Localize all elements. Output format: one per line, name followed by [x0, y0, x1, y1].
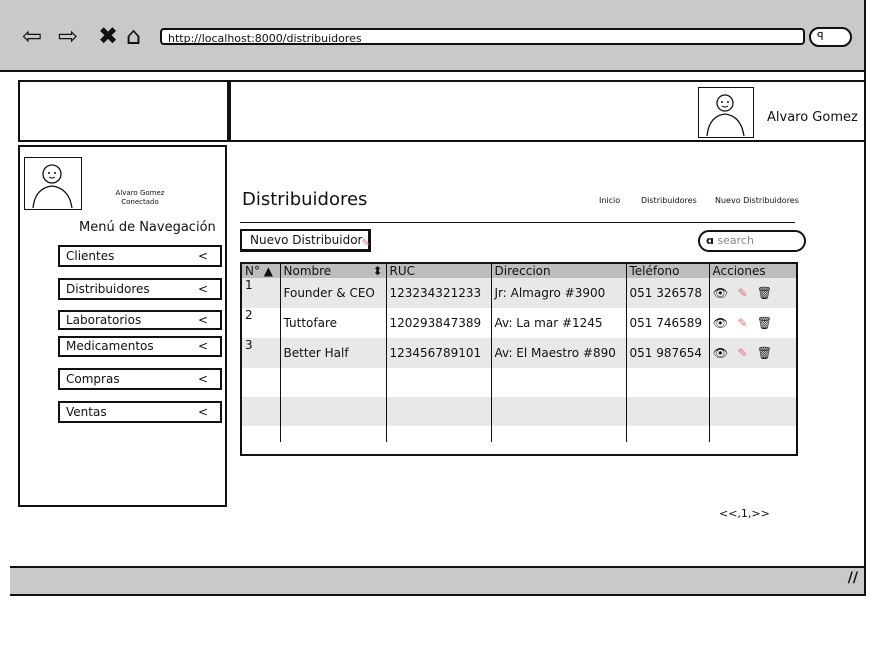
search-icon: ɑ — [706, 234, 714, 247]
back-icon[interactable]: ⇦ — [22, 24, 42, 48]
sidebar-item-clientes[interactable]: Clientes < — [58, 245, 222, 267]
cell-direccion: Av: La mar #1245 — [490, 308, 626, 338]
breadcrumb-item[interactable]: Distribuidores — [641, 196, 697, 205]
forward-icon[interactable]: ⇨ — [58, 24, 78, 48]
header-avatar — [698, 87, 754, 138]
chevron-left-icon: < — [197, 282, 208, 296]
cell-telefono: 051 326578 — [625, 278, 709, 308]
chevron-left-icon: < — [197, 313, 208, 327]
logo-area — [18, 80, 229, 142]
browser-toolbar: ⇦ ⇨ ✖ ⌂ http://localhost:8000/distribuid… — [0, 0, 866, 70]
sidebar-item-label: Laboratorios — [66, 313, 142, 327]
delete-icon[interactable]: 🗑 — [757, 346, 773, 360]
sidebar-item-label: Ventas — [66, 405, 107, 419]
column-header-ruc[interactable]: RUC — [385, 264, 491, 278]
sidebar-avatar — [24, 157, 82, 210]
empty-row — [242, 397, 796, 426]
sidebar-item-label: Clientes — [66, 249, 115, 263]
breadcrumb-item[interactable]: Nuevo Distribuidores — [715, 196, 799, 205]
sidebar-user-status: Conectado — [121, 198, 159, 206]
column-header-nombre[interactable]: Nombre ⬍ — [279, 264, 386, 278]
chevron-left-icon: < — [197, 249, 208, 263]
table-row: 1 Founder & CEO 123234321233 Jr: Almagro… — [242, 278, 796, 308]
sidebar-item-ventas[interactable]: Ventas < — [58, 401, 222, 423]
cell-ruc: 123456789101 — [385, 338, 491, 368]
empty-row — [242, 426, 796, 442]
sidebar-user-name: Alvaro Gomez — [115, 189, 165, 197]
edit-icon[interactable]: ✎ — [735, 346, 751, 360]
menu-title: Menú de Navegación — [79, 220, 216, 235]
resize-handle-icon[interactable]: // — [848, 570, 858, 586]
new-distributor-button[interactable]: Nuevo Distribuidor ✎ — [240, 229, 371, 252]
edit-icon[interactable]: ✎ — [735, 286, 751, 300]
column-header-direccion[interactable]: Direccion — [490, 264, 626, 278]
sidebar-item-label: Distribuidores — [66, 282, 150, 296]
breadcrumb-item[interactable]: Inicio — [599, 196, 620, 205]
edit-icon: ✎ — [361, 238, 370, 249]
column-header-label: Nombre — [283, 264, 332, 278]
title-divider — [240, 222, 795, 223]
header-user-name[interactable]: Alvaro Gomez — [767, 110, 858, 125]
cell-telefono: 051 987654 — [625, 338, 709, 368]
cell-n: 2 — [245, 308, 253, 322]
table-header-row: N° ▲ Nombre ⬍ RUC Direccion Teléfono Acci… — [242, 264, 796, 278]
search-input[interactable]: ɑ search — [698, 230, 806, 252]
cell-direccion: Jr: Almagro #3900 — [490, 278, 626, 308]
top-header: Alvaro Gomez — [229, 80, 864, 142]
sidebar-item-label: Medicamentos — [66, 339, 154, 353]
chevron-left-icon: < — [197, 372, 208, 386]
delete-icon[interactable]: 🗑 — [757, 286, 773, 300]
close-icon[interactable]: ✖ — [98, 24, 118, 48]
sidebar-item-compras[interactable]: Compras < — [58, 368, 222, 390]
cell-nombre: Better Half — [279, 338, 386, 368]
edit-icon[interactable]: ✎ — [735, 316, 751, 330]
column-header-telefono[interactable]: Teléfono — [625, 264, 709, 278]
sidebar-item-distribuidores[interactable]: Distribuidores < — [58, 278, 222, 300]
browser-status-bar: // — [10, 566, 866, 596]
distributors-table-container: N° ▲ Nombre ⬍ RUC Direccion Teléfono Acci… — [240, 262, 798, 456]
sidebar-item-medicamentos[interactable]: Medicamentos < — [58, 336, 222, 357]
avatar-icon — [706, 94, 745, 137]
cell-telefono: 051 746589 — [625, 308, 709, 338]
cell-ruc: 123234321233 — [385, 278, 491, 308]
cell-acciones: 👁 ✎ 🗑 — [708, 278, 796, 308]
cell-ruc: 120293847389 — [385, 308, 491, 338]
avatar-icon — [32, 164, 73, 209]
page-title: Distribuidores — [242, 189, 368, 210]
cell-nombre: Founder & CEO — [279, 278, 386, 308]
search-icon: ꟼ — [817, 30, 824, 43]
cell-direccion: Av: El Maestro #890 — [490, 338, 626, 368]
empty-row — [242, 368, 796, 397]
delete-icon[interactable]: 🗑 — [757, 316, 773, 330]
sidebar-item-laboratorios[interactable]: Laboratorios < — [58, 310, 222, 330]
cell-n: 3 — [242, 338, 280, 368]
search-placeholder: search — [717, 234, 754, 247]
cell-n: 1 — [242, 278, 280, 308]
view-icon[interactable]: 👁 — [713, 286, 729, 300]
new-distributor-label: Nuevo Distribuidor — [250, 233, 363, 247]
sidebar-item-label: Compras — [66, 372, 120, 386]
cell-acciones: 👁 ✎ 🗑 — [708, 308, 796, 338]
url-bar[interactable]: http://localhost:8000/distribuidores — [160, 28, 805, 45]
sort-icon: ⬍ — [372, 264, 383, 278]
table-row: 2 Tuttofare 120293847389 Av: La mar #124… — [242, 308, 796, 338]
column-header-acciones: Acciones — [708, 264, 796, 278]
chevron-left-icon: < — [197, 405, 208, 419]
chevron-left-icon: < — [197, 339, 208, 353]
column-header-n[interactable]: N° ▲ — [242, 264, 280, 278]
view-icon[interactable]: 👁 — [713, 316, 729, 330]
distributors-table: N° ▲ Nombre ⬍ RUC Direccion Teléfono Acci… — [242, 264, 796, 442]
pagination[interactable]: <<,1,>> — [719, 507, 770, 520]
table-row: 3 Better Half 123456789101 Av: El Maestr… — [242, 338, 796, 368]
cell-nombre: Tuttofare — [279, 308, 386, 338]
home-icon[interactable]: ⌂ — [126, 24, 141, 48]
browser-search-button[interactable]: ꟼ — [809, 27, 852, 47]
view-icon[interactable]: 👁 — [713, 346, 729, 360]
cell-acciones: 👁 ✎ 🗑 — [708, 338, 796, 368]
